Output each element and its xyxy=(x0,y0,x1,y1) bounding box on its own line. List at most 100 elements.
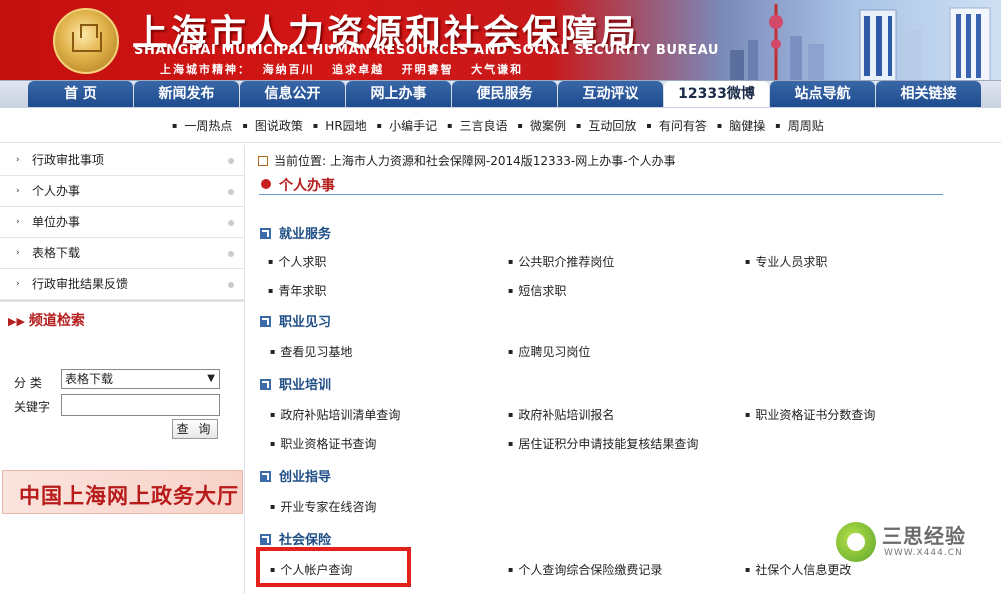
nav-tab-news[interactable]: 新闻发布 xyxy=(134,81,239,107)
gov-hall-banner[interactable]: 中国上海网上政务大厅 xyxy=(2,470,243,514)
page-title: 个人办事 xyxy=(279,178,335,194)
subnav-item[interactable]: 周周贴 xyxy=(775,117,824,134)
leaf-logo-icon xyxy=(836,522,876,562)
nav-tab-12333-weibo[interactable]: 12333微博 xyxy=(664,81,769,107)
subnav-item[interactable]: 小编手记 xyxy=(377,117,437,134)
link-residence-points-skill-review[interactable]: 居住证积分申请技能复核结果查询 xyxy=(508,435,698,452)
subnav-item[interactable]: 微案例 xyxy=(518,117,566,134)
chevron-right-icon: › xyxy=(16,186,20,196)
bullet-dot-icon xyxy=(228,158,234,164)
subnav-item[interactable]: 三言良语 xyxy=(447,117,508,134)
subnav-item[interactable]: 图说政策 xyxy=(242,117,303,134)
sidebar-item-approval-feedback[interactable]: › 行政审批结果反馈 xyxy=(0,269,244,300)
section-title-text: 创业指导 xyxy=(279,470,332,485)
sidebar-item-forms[interactable]: › 表格下载 xyxy=(0,238,244,269)
link-expert-consult[interactable]: 开业专家在线咨询 xyxy=(270,498,376,515)
bullet-dot-icon xyxy=(228,282,234,288)
section-title-social-insurance: 社会保险 xyxy=(260,529,331,548)
subnav-item[interactable]: 有问有答 xyxy=(646,117,707,134)
sidebar: › 行政审批事项 › 个人办事 › 单位办事 › 表格下载 › 行政审批结果反馈… xyxy=(0,145,245,594)
site-motto: 上海城市精神： 海纳百川 追求卓越 开明睿智 大气谦和 xyxy=(160,63,524,76)
section-title-internship: 职业见习 xyxy=(260,311,331,330)
chevron-right-icon: › xyxy=(16,155,20,165)
link-subsidized-training-list[interactable]: 政府补贴培训清单查询 xyxy=(270,406,400,423)
nav-tab-online-services[interactable]: 网上办事 xyxy=(346,81,451,107)
page: 上海市人力资源和社会保障局 SHANGHAI MUNICIPAL HUMAN R… xyxy=(0,0,1001,594)
link-view-internship-bases[interactable]: 查看见习基地 xyxy=(270,343,352,360)
chevron-right-icon: › xyxy=(16,217,20,227)
link-sms-job-seeking[interactable]: 短信求职 xyxy=(508,282,566,299)
bullet-dot-icon xyxy=(228,189,234,195)
location-icon xyxy=(258,156,268,166)
gov-hall-banner-text: 中国上海网上政务大厅 xyxy=(19,483,239,508)
bureau-emblem-icon xyxy=(53,8,119,74)
watermark-text: 三思经验 xyxy=(882,524,966,548)
arrow-box-icon xyxy=(260,379,271,390)
link-personal-job-seeking[interactable]: 个人求职 xyxy=(268,253,326,270)
double-arrow-icon: ▶▶ xyxy=(8,315,25,328)
arrow-box-icon xyxy=(260,471,271,482)
link-cert-query[interactable]: 职业资格证书查询 xyxy=(270,435,376,452)
category-select-value: 表格下载 xyxy=(65,372,114,386)
link-youth-job-seeking[interactable]: 青年求职 xyxy=(268,282,326,299)
dropdown-arrow-icon: ▼ xyxy=(207,373,215,384)
arrow-box-icon xyxy=(260,228,271,239)
watermark-url: WWW.X444.CN xyxy=(884,548,963,558)
chevron-right-icon: › xyxy=(16,248,20,258)
section-title-training: 职业培训 xyxy=(260,374,331,393)
section-title-text: 就业服务 xyxy=(279,227,332,242)
bullet-dot-icon xyxy=(228,251,234,257)
category-select[interactable]: 表格下载 ▼ xyxy=(61,369,220,389)
channel-search-title-text: 频道检索 xyxy=(28,313,85,329)
section-title-employment: 就业服务 xyxy=(260,223,331,242)
watermark-logo: 三思经验 WWW.X444.CN xyxy=(832,518,997,570)
chevron-right-icon: › xyxy=(16,279,20,289)
link-cert-score-query[interactable]: 职业资格证书分数查询 xyxy=(745,406,875,423)
nav-tab-info-disclosure[interactable]: 信息公开 xyxy=(240,81,345,107)
nav-tab-related-links[interactable]: 相关链接 xyxy=(876,81,981,107)
link-subsidized-training-signup[interactable]: 政府补贴培训报名 xyxy=(508,406,614,423)
main-nav: 首 页 新闻发布 信息公开 网上办事 便民服务 互动评议 12333微博 站点导… xyxy=(0,80,1001,108)
sidebar-item-label: 行政审批事项 xyxy=(32,153,105,167)
sidebar-item-organization[interactable]: › 单位办事 xyxy=(0,207,244,238)
highlight-annotation-box xyxy=(256,547,411,587)
link-apply-internship[interactable]: 应聘见习岗位 xyxy=(508,343,590,360)
arrow-box-icon xyxy=(260,316,271,327)
channel-search-panel: ▶▶ 频道检索 分 类 表格下载 ▼ 关键字 查 询 xyxy=(0,300,245,460)
sub-nav: 一周热点 图说政策 HR园地 小编手记 三言良语 微案例 互动回放 有问有答 脑… xyxy=(0,108,1001,143)
sidebar-item-personal[interactable]: › 个人办事 xyxy=(0,176,244,207)
link-professional-job-seeking[interactable]: 专业人员求职 xyxy=(745,253,827,270)
section-title-text: 社会保险 xyxy=(279,533,332,548)
nav-tab-home[interactable]: 首 页 xyxy=(28,81,133,107)
section-title-text: 职业培训 xyxy=(279,378,332,393)
subnav-item[interactable]: 脑健操 xyxy=(717,117,765,134)
keyword-input[interactable] xyxy=(61,394,220,416)
sidebar-item-admin-approval[interactable]: › 行政审批事项 xyxy=(0,145,244,176)
site-title-en: SHANGHAI MUNICIPAL HUMAN RESOURCES AND S… xyxy=(134,43,720,58)
keyword-label: 关键字 xyxy=(14,400,51,414)
bullet-dot-icon xyxy=(228,220,234,226)
link-comprehensive-insurance-records[interactable]: 个人查询综合保险缴费记录 xyxy=(508,561,662,578)
sidebar-item-label: 表格下载 xyxy=(32,246,81,260)
category-label: 分 类 xyxy=(14,376,42,390)
header-banner: 上海市人力资源和社会保障局 SHANGHAI MUNICIPAL HUMAN R… xyxy=(0,0,1001,84)
sidebar-item-label: 行政审批结果反馈 xyxy=(32,277,129,291)
section-title-entrepreneurship: 创业指导 xyxy=(260,466,331,485)
sidebar-item-label: 个人办事 xyxy=(32,184,81,198)
breadcrumb-text: 当前位置: 上海市人力资源和社会保障网-2014版12333-网上办事-个人办事 xyxy=(274,154,676,168)
sidebar-item-label: 单位办事 xyxy=(32,215,81,229)
subnav-item[interactable]: HR园地 xyxy=(313,117,366,134)
breadcrumb: 当前位置: 上海市人力资源和社会保障网-2014版12333-网上办事-个人办事 xyxy=(258,152,676,169)
nav-tab-site-nav[interactable]: 站点导航 xyxy=(770,81,875,107)
section-title-text: 职业见习 xyxy=(279,315,332,330)
nav-tab-convenience[interactable]: 便民服务 xyxy=(452,81,557,107)
nav-tab-interaction[interactable]: 互动评议 xyxy=(558,81,663,107)
city-skyline-icon xyxy=(730,4,991,84)
page-heading: 个人办事 xyxy=(259,175,943,195)
subnav-item[interactable]: 一周热点 xyxy=(172,117,232,134)
search-button[interactable]: 查 询 xyxy=(172,419,218,439)
arrow-box-icon xyxy=(260,534,271,545)
link-public-job-recommend[interactable]: 公共职介推荐岗位 xyxy=(508,253,614,270)
subnav-item[interactable]: 互动回放 xyxy=(576,117,636,134)
heading-dot-icon xyxy=(261,179,271,189)
